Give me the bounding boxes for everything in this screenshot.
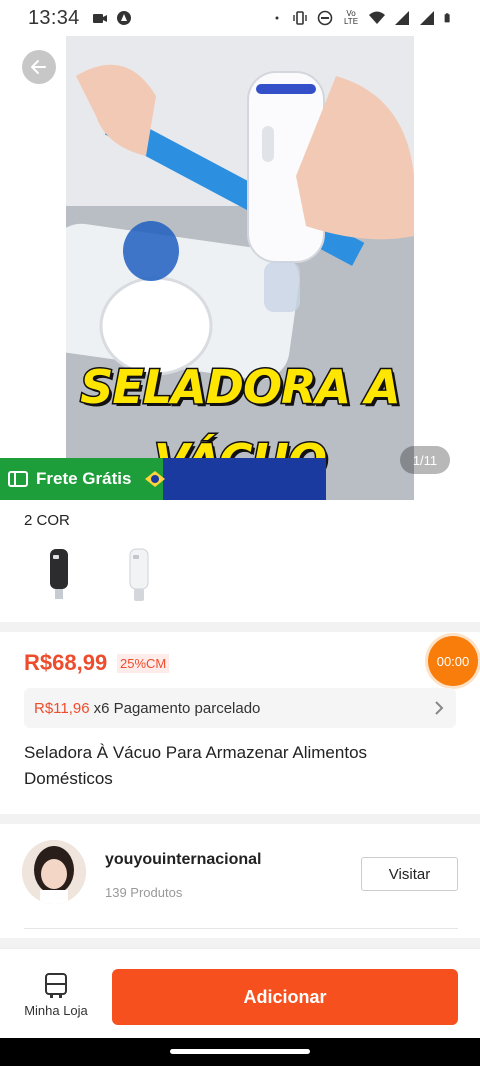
countdown-timer[interactable]: 00:00 (428, 636, 478, 686)
discount-badge: 25%CM (117, 654, 170, 673)
product-title: Seladora À Vácuo Para Armazenar Alimento… (24, 743, 368, 788)
dnd-icon (317, 10, 333, 26)
back-button[interactable] (22, 50, 56, 84)
visit-store-button[interactable]: Visitar (361, 857, 458, 891)
variant-count: 2 COR (24, 512, 70, 529)
installment-row[interactable]: R$11,96 x6 Pagamento parcelado (24, 688, 456, 728)
home-gesture-bar[interactable] (170, 1049, 310, 1054)
product-photo[interactable]: SELADORA A VÁCUO (66, 36, 414, 500)
bottom-action-bar: Minha Loja Adicionar (0, 948, 480, 1038)
brazil-flag-icon (141, 458, 326, 500)
variant-selector: 2 COR (0, 500, 480, 622)
variant-white[interactable] (104, 544, 172, 606)
volte-icon: Vo LTE (343, 9, 359, 26)
sealer-white-image (129, 548, 149, 601)
brazil-flag-banner (141, 458, 326, 500)
seller-avatar[interactable] (22, 840, 86, 904)
status-left-icons (92, 10, 132, 26)
battery-icon (444, 13, 450, 23)
price: R$68,99 (24, 650, 108, 675)
free-shipping-badge: Frete Grátis (0, 458, 141, 500)
video-icon (92, 14, 107, 23)
dot-icon (275, 16, 279, 20)
overlay-title-line1: SELADORA A (79, 359, 402, 416)
status-right-icons: Vo LTE (275, 10, 454, 26)
seller-card: youyouinternacional 139 Produtos Visitar (0, 824, 480, 938)
ticket-icon (8, 471, 28, 487)
system-nav-bar (0, 1038, 480, 1066)
image-pager: 1/11 (400, 446, 450, 474)
divider (24, 928, 458, 929)
installment-text: x6 Pagamento parcelado (93, 699, 261, 717)
seller-name[interactable]: youyouinternacional (105, 851, 261, 869)
vibrate-icon (293, 11, 307, 25)
avatar-image (22, 840, 86, 904)
installment-amount: R$11,96 (34, 699, 90, 717)
free-shipping-label: Frete Grátis (36, 469, 132, 488)
store-icon (45, 973, 67, 998)
my-store-label: Minha Loja (24, 1003, 88, 1018)
status-bar: 13:34 Vo LTE (0, 0, 480, 36)
chevron-right-icon (435, 701, 444, 715)
arrow-left-icon (31, 60, 46, 74)
my-store-button[interactable]: Minha Loja (14, 971, 98, 1018)
product-photo-art (66, 36, 414, 500)
seller-product-count: 139 Produtos (105, 885, 183, 900)
status-time: 13:34 (28, 6, 80, 29)
wifi-icon (369, 11, 385, 24)
signal-icon (395, 11, 409, 25)
sealer-black-image (50, 549, 68, 599)
add-to-cart-button[interactable]: Adicionar (112, 969, 458, 1025)
product-page: 13:34 Vo LTE SELADORA A 1/11 Frete Gráti… (0, 0, 480, 1066)
promo-strip: Frete Grátis (0, 458, 326, 500)
shield-icon (116, 11, 131, 25)
price-card: R$68,99 25%CM 00:00 R$11,96 x6 Pagamento… (0, 632, 480, 814)
signal-icon (420, 11, 434, 25)
product-gallery[interactable]: SELADORA A VÁCUO 1/11 Frete Grátis (0, 36, 480, 500)
variant-black[interactable] (24, 544, 92, 606)
